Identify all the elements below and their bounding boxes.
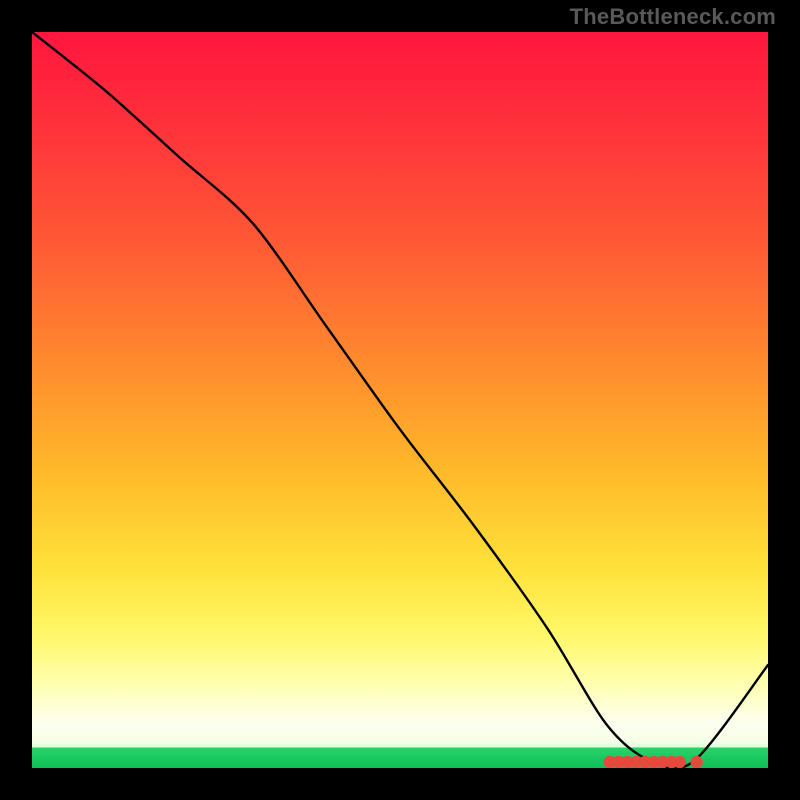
watermark-text: TheBottleneck.com <box>570 4 776 30</box>
plot-area <box>32 32 768 768</box>
optimal-marker <box>673 756 685 768</box>
chart-container: TheBottleneck.com <box>0 0 800 800</box>
optimal-range-markers <box>32 32 768 768</box>
optimal-marker <box>690 756 702 768</box>
